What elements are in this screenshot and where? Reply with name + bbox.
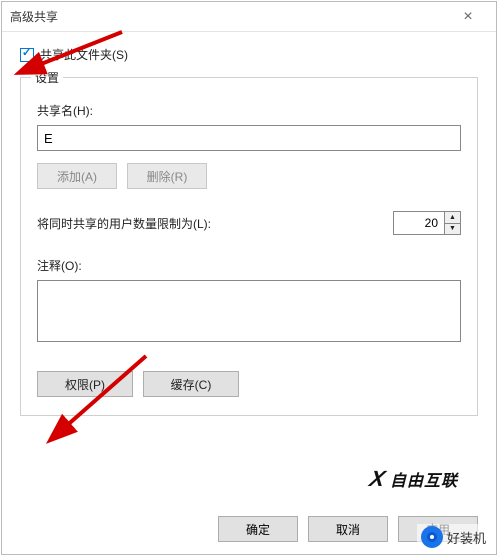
- user-limit-spinner[interactable]: ▲ ▼: [393, 211, 461, 235]
- close-icon[interactable]: ×: [448, 8, 488, 26]
- spinner-up-icon[interactable]: ▲: [445, 212, 460, 224]
- spinner-down-icon[interactable]: ▼: [445, 224, 460, 235]
- watermark1-text: 自由互联: [390, 467, 458, 491]
- comments-label: 注释(O):: [37, 257, 461, 274]
- settings-legend: 设置: [31, 69, 63, 86]
- share-folder-checkbox[interactable]: [20, 48, 34, 62]
- cache-button[interactable]: 缓存(C): [143, 371, 239, 397]
- content-area: 共享此文件夹(S) 设置 共享名(H): 添加(A) 删除(R) 将同时共享的用…: [2, 32, 496, 430]
- share-name-input[interactable]: [37, 125, 461, 151]
- camera-logo-icon: [421, 526, 443, 548]
- titlebar: 高级共享 ×: [2, 2, 496, 32]
- window-title: 高级共享: [10, 8, 448, 25]
- share-folder-label: 共享此文件夹(S): [40, 46, 128, 63]
- add-button[interactable]: 添加(A): [37, 163, 117, 189]
- spinner-arrows: ▲ ▼: [444, 212, 460, 234]
- share-name-buttons: 添加(A) 删除(R): [37, 163, 461, 189]
- remove-button[interactable]: 删除(R): [127, 163, 207, 189]
- user-limit-label: 将同时共享的用户数量限制为(L):: [37, 215, 211, 232]
- settings-group: 设置 共享名(H): 添加(A) 删除(R) 将同时共享的用户数量限制为(L):…: [20, 77, 478, 416]
- permissions-button[interactable]: 权限(P): [37, 371, 133, 397]
- ok-button[interactable]: 确定: [218, 516, 298, 542]
- watermark-ziyouhulian: X 自由互联: [370, 466, 458, 492]
- watermark-haozhuangji: 好装机: [417, 524, 490, 550]
- user-limit-input[interactable]: [394, 212, 444, 234]
- perm-cache-row: 权限(P) 缓存(C): [37, 371, 461, 397]
- share-name-label: 共享名(H):: [37, 102, 461, 119]
- x-logo-icon: X: [368, 466, 389, 492]
- user-limit-row: 将同时共享的用户数量限制为(L): ▲ ▼: [37, 211, 461, 235]
- watermark2-text: 好装机: [447, 528, 486, 547]
- share-folder-row: 共享此文件夹(S): [20, 46, 478, 63]
- cancel-button[interactable]: 取消: [308, 516, 388, 542]
- comments-textarea[interactable]: [37, 280, 461, 342]
